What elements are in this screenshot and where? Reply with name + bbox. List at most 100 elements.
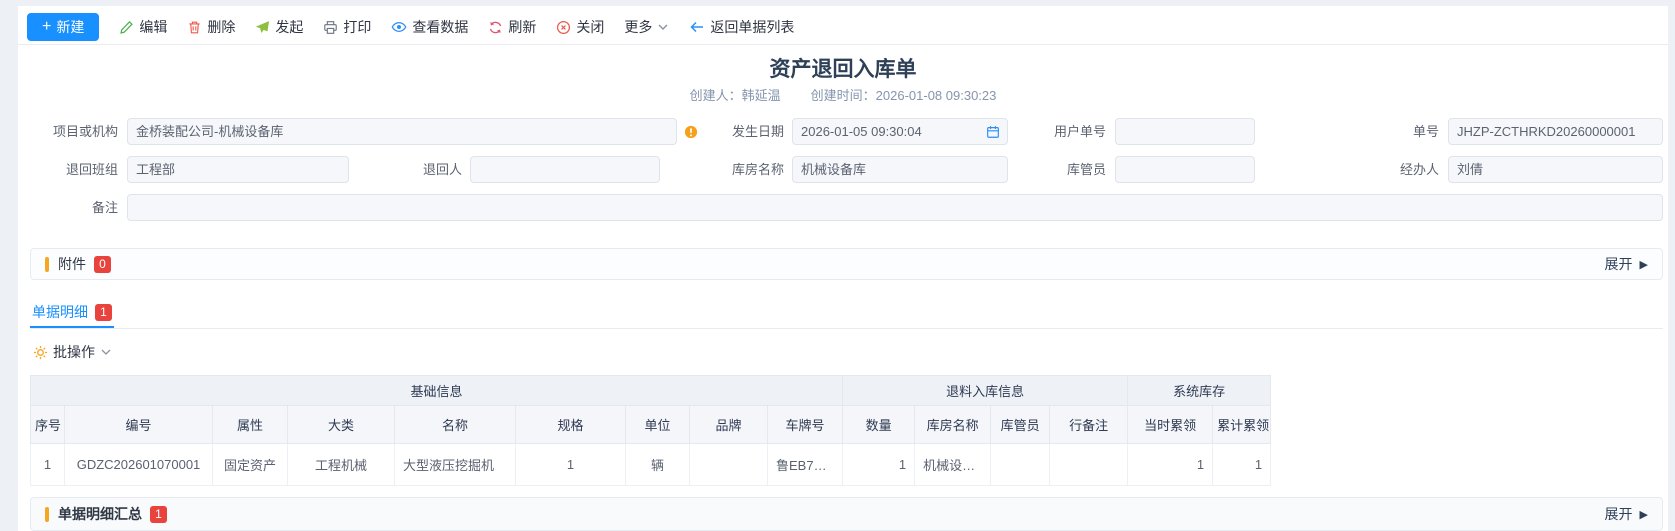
warehouse-label: 库房名称 [700,156,784,183]
col-brand: 品牌 [690,406,768,444]
cell-current-total: 1 [1128,444,1213,486]
new-button[interactable]: + 新建 [27,13,99,41]
calendar-icon[interactable] [986,125,1000,139]
more-button[interactable]: 更多 [624,17,669,37]
cell-seq: 1 [31,444,65,486]
triangle-right-icon: ▶ [1640,258,1648,271]
tab-detail[interactable]: 单据明细 1 [30,298,114,328]
col-code: 编号 [65,406,213,444]
cell-cumulative-total: 1 [1213,444,1271,486]
creator-label: 创建人： [690,88,742,103]
paper-plane-icon [255,20,270,35]
summary-expand-button[interactable]: 展开 ▶ [1605,504,1648,524]
batch-ops-label: 批操作 [53,342,95,362]
initiate-label: 发起 [275,17,303,37]
col-spec: 规格 [516,406,626,444]
occur-date-field[interactable]: 2026-01-05 09:30:04 [792,118,1008,145]
user-no-label: 用户单号 [1022,118,1106,145]
col-plate: 车牌号 [768,406,843,444]
group-return-info: 退料入库信息 [843,376,1128,406]
pencil-icon [119,20,134,35]
cell-keeper [991,444,1050,486]
return-team-label: 退回班组 [30,156,118,183]
col-row-remark: 行备注 [1050,406,1128,444]
cell-name: 大型液压挖掘机 [395,444,516,486]
returner-label: 退回人 [380,156,462,183]
new-button-label: 新建 [56,17,84,37]
attachments-expand-label: 展开 [1605,254,1633,274]
occur-date-value: 2026-01-05 09:30:04 [801,124,922,139]
warehouse-field[interactable]: 机械设备库 [792,156,1008,183]
print-label: 打印 [343,17,371,37]
page-title: 资产退回入库单 [18,53,1668,83]
refresh-button[interactable]: 刷新 [488,17,536,37]
batch-ops-button[interactable]: 批操作 [33,342,112,362]
occur-date-label: 发生日期 [700,118,784,145]
delete-label: 删除 [207,17,235,37]
print-button[interactable]: 打印 [323,17,371,37]
col-warehouse: 库房名称 [915,406,991,444]
plus-icon: + [42,19,51,35]
group-system-stock: 系统库存 [1128,376,1271,406]
doc-meta: 创建人：韩延温创建时间：2026-01-08 09:30:23 [18,85,1668,104]
col-current-total: 当时累领 [1128,406,1213,444]
handler-label: 经办人 [1355,156,1439,183]
orange-marker [45,257,49,272]
cell-attr: 固定资产 [213,444,288,486]
table-group-header-row: 基础信息 退料入库信息 系统库存 [31,376,1271,406]
group-basic-info: 基础信息 [31,376,843,406]
cell-unit: 辆 [626,444,690,486]
printer-icon [323,20,338,35]
refresh-label: 刷新 [508,17,536,37]
col-category: 大类 [288,406,395,444]
cell-brand [690,444,768,486]
summary-section: 单据明细汇总 1 展开 ▶ [30,497,1663,531]
summary-title: 单据明细汇总 [58,504,142,524]
doc-no-label: 单号 [1355,118,1439,145]
remark-field[interactable] [127,194,1663,221]
returner-field[interactable] [470,156,660,183]
project-field[interactable]: 金桥装配公司-机械设备库 [127,118,677,145]
delete-button[interactable]: 删除 [187,17,235,37]
col-cumulative-total: 累计累领 [1213,406,1271,444]
main-card: + 新建 编辑 删除 发起 打印 查看数据 刷新 关 [18,6,1668,531]
gear-icon [33,345,48,360]
trash-icon [187,20,202,35]
return-team-field[interactable]: 工程部 [127,156,349,183]
info-icon[interactable] [684,125,698,139]
back-to-list-button[interactable]: 返回单据列表 [689,17,794,37]
attachments-expand-button[interactable]: 展开 ▶ [1605,254,1648,274]
remark-label: 备注 [30,194,118,221]
handler-field[interactable]: 刘倩 [1448,156,1663,183]
keeper-field[interactable] [1115,156,1255,183]
edit-label: 编辑 [139,17,167,37]
table-header-row: 序号 编号 属性 大类 名称 规格 单位 品牌 车牌号 数量 库房名称 库管员 … [31,406,1271,444]
col-qty: 数量 [843,406,915,444]
orange-marker [45,507,49,522]
toolbar: + 新建 编辑 删除 发起 打印 查看数据 刷新 关 [27,13,794,41]
more-label: 更多 [624,17,652,37]
chevron-down-icon [657,21,669,33]
refresh-icon [488,20,503,35]
eye-icon [391,19,407,35]
view-data-label: 查看数据 [412,17,468,37]
cell-qty: 1 [843,444,915,486]
tab-detail-count-badge: 1 [95,304,112,321]
cell-code-link[interactable]: GDZC202601070001 [65,444,213,486]
detail-table: 基础信息 退料入库信息 系统库存 序号 编号 属性 大类 名称 规格 单位 品牌… [30,375,1271,486]
edit-button[interactable]: 编辑 [119,17,167,37]
chevron-down-icon [100,346,112,358]
col-seq: 序号 [31,406,65,444]
close-button[interactable]: 关闭 [556,17,604,37]
doc-no-field[interactable]: JHZP-ZCTHRKD20260000001 [1448,118,1663,145]
attachments-count-badge: 0 [94,256,111,273]
creator-name: 韩延温 [742,88,781,103]
project-label: 项目或机构 [30,118,118,145]
close-label: 关闭 [576,17,604,37]
cell-row-remark [1050,444,1128,486]
view-data-button[interactable]: 查看数据 [391,17,468,37]
user-no-field[interactable] [1115,118,1255,145]
close-circle-icon [556,20,571,35]
initiate-button[interactable]: 发起 [255,17,303,37]
col-attr: 属性 [213,406,288,444]
